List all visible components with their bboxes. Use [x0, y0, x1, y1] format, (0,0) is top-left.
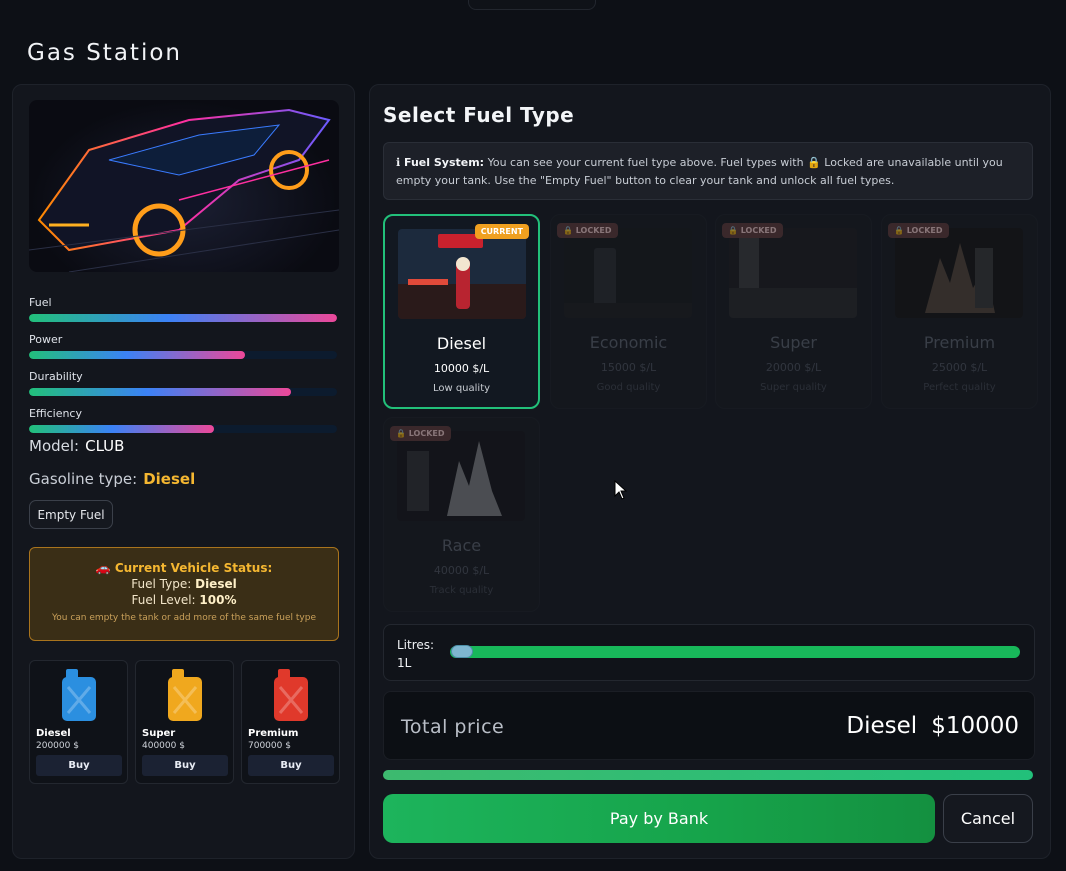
fuel-image-diesel [398, 229, 526, 319]
can-price: 200000 $ [36, 741, 79, 751]
jerrycan-card-diesel: Diesel 200000 $ Buy [29, 660, 128, 784]
fuel-name: Super [770, 333, 817, 352]
jerrycan-card-super: Super 400000 $ Buy [135, 660, 234, 784]
mouse-cursor-icon [614, 480, 628, 500]
stat-power-fill [29, 351, 245, 359]
gasoline-line: Gasoline type: Diesel [29, 470, 195, 488]
fuel-card-premium[interactable]: 🔒 LOCKED Premium 25000 $/L Perfect quali… [881, 214, 1038, 409]
stat-durability-bar [29, 388, 337, 396]
status-fuel-type-label: Fuel Type: [131, 577, 192, 591]
model-label: Model: [29, 437, 80, 455]
status-fuel-level-value: 100% [199, 593, 237, 607]
total-amount: $10000 [931, 713, 1019, 739]
fuel-price: 10000 $/L [433, 362, 490, 375]
fuel-image-economic [564, 228, 692, 318]
stat-efficiency-fill [29, 425, 214, 433]
fuel-price: 20000 $/L [765, 361, 822, 374]
total-fuel-name: Diesel [846, 713, 918, 739]
pay-by-bank-button[interactable]: Pay by Bank [383, 794, 935, 843]
jerrycan-icon [274, 669, 308, 721]
fuel-quality: Perfect quality [923, 382, 996, 393]
fuel-name: Race [441, 536, 482, 555]
litres-value: 1L [397, 656, 412, 670]
fuel-card-super[interactable]: 🔒 LOCKED Super 20000 $/L Super quality [715, 214, 872, 409]
jerrycan-icon [168, 669, 202, 721]
locked-badge: 🔒 LOCKED [888, 223, 949, 238]
buy-button-premium[interactable]: Buy [248, 755, 334, 776]
can-name: Premium [248, 728, 299, 739]
fuel-card-economic[interactable]: 🔒 LOCKED Economic 15000 $/L Good quality [550, 214, 707, 409]
locked-badge: 🔒 LOCKED [557, 223, 618, 238]
jerrycan-card-premium: Premium 700000 $ Buy [241, 660, 340, 784]
fuel-name: Premium [923, 333, 996, 352]
total-price-box: Total price Diesel $10000 [383, 691, 1035, 760]
fuel-card-race[interactable]: 🔒 LOCKED Race 40000 $/L Track quality [383, 417, 540, 612]
fuel-system-info: ℹ Fuel System: You can see your current … [383, 142, 1033, 200]
status-fuel-type-value: Diesel [195, 577, 237, 591]
locked-badge: 🔒 LOCKED [722, 223, 783, 238]
app-title: Gas Station [27, 40, 182, 66]
fuel-image-premium [895, 228, 1023, 318]
can-name: Diesel [36, 728, 71, 739]
stat-durability-label: Durability [29, 370, 83, 383]
model-line: Model: CLUB [29, 437, 124, 455]
car-image [29, 100, 339, 272]
stat-power-bar [29, 351, 337, 359]
fuel-image-super [729, 228, 857, 318]
stat-power-label: Power [29, 333, 63, 346]
vehicle-status-box: 🚗 Current Vehicle Status: Fuel Type: Die… [29, 547, 339, 641]
total-price-value: Diesel $10000 [846, 713, 1019, 739]
buy-button-super[interactable]: Buy [142, 755, 228, 776]
can-name: Super [142, 728, 176, 739]
fuel-quality: Low quality [432, 383, 491, 394]
top-handle [468, 0, 596, 10]
status-fuel-type: Fuel Type: Diesel [30, 577, 338, 591]
litres-title: Litres: [397, 638, 435, 652]
fuel-card-diesel[interactable]: CURRENT Diesel 10000 $/L Low quality [383, 214, 540, 409]
stat-efficiency-bar [29, 425, 337, 433]
gasoline-label: Gasoline type: [29, 470, 138, 488]
info-prefix: ℹ Fuel System: [396, 156, 485, 169]
can-price: 400000 $ [142, 741, 185, 751]
fuel-price: 25000 $/L [931, 361, 988, 374]
cancel-button[interactable]: Cancel [943, 794, 1033, 843]
stat-fuel-fill [29, 314, 337, 322]
litres-slider[interactable] [450, 646, 1020, 658]
stat-fuel-bar [29, 314, 337, 322]
status-note: You can empty the tank or add more of th… [51, 613, 317, 623]
fuel-price: 15000 $/L [600, 361, 657, 374]
info-text: You can see your current fuel type above… [396, 156, 1003, 187]
litres-slider-handle[interactable] [451, 645, 473, 658]
can-price: 700000 $ [248, 741, 291, 751]
model-value: CLUB [85, 437, 125, 455]
total-price-label: Total price [401, 716, 505, 738]
vehicle-panel: Fuel Power Durability Efficiency Model: C… [12, 84, 355, 859]
status-header: 🚗 Current Vehicle Status: [95, 561, 273, 575]
status-fuel-level: Fuel Level: 100% [30, 593, 338, 607]
fuel-panel: Select Fuel Type ℹ Fuel System: You can … [369, 84, 1051, 859]
current-badge: CURRENT [474, 224, 529, 239]
stat-durability-fill [29, 388, 291, 396]
empty-fuel-button[interactable]: Empty Fuel [29, 500, 113, 529]
progress-bar [383, 770, 1033, 780]
litres-box: Litres: 1L [383, 624, 1035, 681]
status-fuel-level-label: Fuel Level: [131, 593, 196, 607]
stat-efficiency-label: Efficiency [29, 407, 82, 420]
fuel-name: Diesel [436, 334, 487, 353]
stat-fuel-label: Fuel [29, 296, 52, 309]
progress-fill [383, 770, 1033, 780]
locked-badge: 🔒 LOCKED [390, 426, 451, 441]
litres-label: Litres: 1L [397, 636, 434, 672]
jerrycan-icon [62, 669, 96, 721]
fuel-quality: Super quality [760, 382, 827, 393]
buy-button-diesel[interactable]: Buy [36, 755, 122, 776]
fuel-quality: Good quality [596, 382, 661, 393]
fuel-name: Economic [589, 333, 668, 352]
fuel-price: 40000 $/L [433, 564, 490, 577]
gasoline-value: Diesel [143, 470, 196, 488]
fuel-quality: Track quality [429, 585, 494, 596]
section-title: Select Fuel Type [383, 103, 575, 127]
fuel-image-race [397, 431, 525, 521]
